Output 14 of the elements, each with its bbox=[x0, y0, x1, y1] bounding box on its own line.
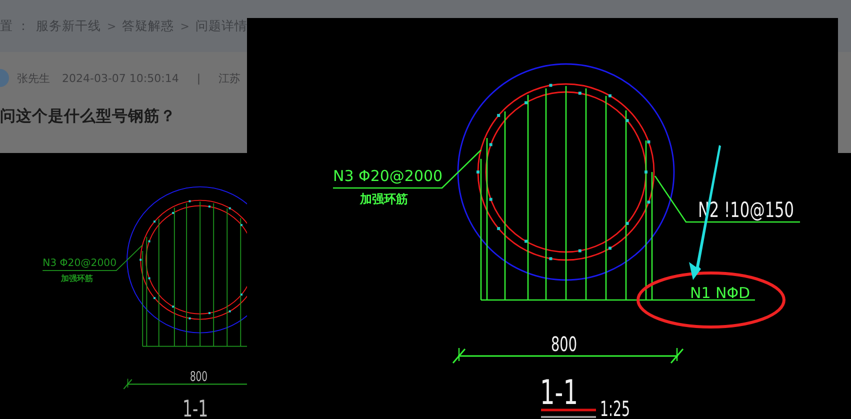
section-title: 1-1 bbox=[540, 373, 596, 413]
dimension-value: 800 bbox=[190, 368, 216, 385]
question-title: 问这个是什么型号钢筋？ bbox=[0, 106, 177, 127]
section-title: 1-1 bbox=[182, 396, 220, 419]
breadcrumb-separator: > bbox=[180, 20, 190, 32]
meta-divider: | bbox=[196, 72, 201, 84]
rebar-label: N1 NΦD bbox=[690, 284, 750, 302]
rebar-note: 加强环筋 bbox=[360, 192, 408, 206]
breadcrumb-separator: > bbox=[106, 20, 116, 32]
section-scale: 1:25 bbox=[600, 397, 648, 419]
rebar-note: 加强环筋 bbox=[60, 272, 93, 283]
rebar-label: N3 Φ20@2000 bbox=[42, 258, 117, 269]
dimension-value: 800 bbox=[551, 332, 590, 356]
rebar-label: N3 Φ20@2000 bbox=[333, 167, 443, 185]
